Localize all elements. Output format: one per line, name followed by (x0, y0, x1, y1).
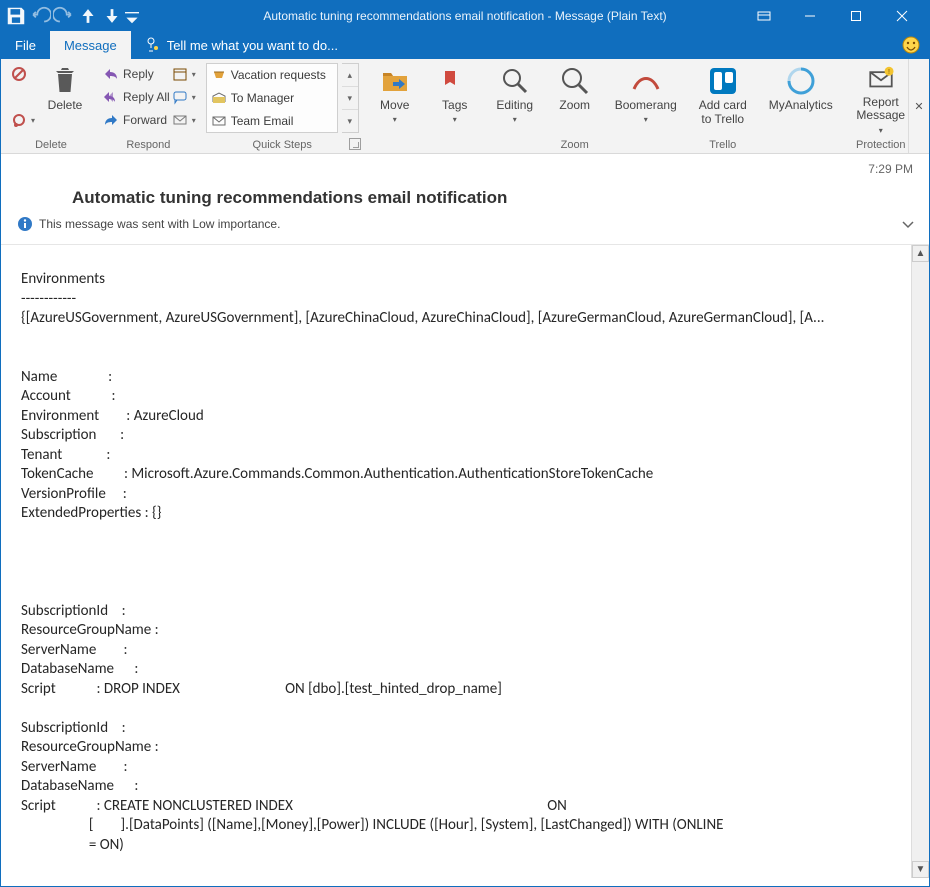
delete-label: Delete (48, 99, 83, 113)
reply-button[interactable]: Reply (103, 63, 170, 85)
quick-access-toolbar (5, 5, 139, 27)
message-header: 7:29 PM Automatic tuning recommendations… (1, 154, 929, 245)
zoom-button[interactable]: Zoom (549, 63, 601, 139)
message-tab[interactable]: Message (50, 31, 131, 59)
quicksteps-scroll[interactable]: ▴▾▾ (342, 63, 359, 133)
save-icon[interactable] (5, 5, 27, 27)
forward-button[interactable]: Forward (103, 109, 170, 131)
group-zoom: Zoom Zoom (545, 59, 605, 153)
group-boomerang: Boomerang ▾ (605, 59, 687, 153)
titlebar: Automatic tuning recommendations email n… (1, 1, 929, 31)
message-time: 7:29 PM (868, 162, 913, 176)
minimize-button[interactable] (787, 1, 833, 31)
delete-group-label: Delete (11, 139, 91, 152)
reply-all-button[interactable]: Reply All (103, 86, 170, 108)
scroll-down-icon[interactable]: ▼ (912, 861, 929, 878)
qat-customize-icon[interactable] (125, 5, 139, 27)
expand-header-icon[interactable] (901, 217, 915, 234)
move-button[interactable]: Move ▾ (369, 63, 421, 139)
myanalytics-button[interactable]: MyAnalytics (763, 63, 839, 139)
message-subject: Automatic tuning recommendations email n… (17, 154, 913, 216)
group-delete: ▾ Delete Delete (5, 59, 97, 153)
group-myanalytics: MyAnalytics (759, 59, 843, 153)
file-tab[interactable]: File (1, 31, 50, 59)
message-body[interactable]: Environments ------------ {[AzureUSGover… (1, 245, 911, 878)
quicksteps-gallery[interactable]: Vacation requests To Manager Team Email (206, 63, 338, 133)
feedback-smiley-icon[interactable] (901, 35, 921, 55)
zoom-group-label: Zoom (549, 139, 601, 152)
ribbon-options-icon[interactable] (741, 1, 787, 31)
svg-text:!: ! (888, 68, 890, 76)
ignore-button[interactable] (11, 63, 35, 85)
tell-me-label: Tell me what you want to do... (167, 38, 338, 53)
group-quicksteps: Vacation requests To Manager Team Email … (200, 59, 365, 153)
tags-button[interactable]: Tags ▾ (429, 63, 481, 139)
group-tags: Tags ▾ (425, 59, 485, 153)
group-editing: Editing ▾ (485, 59, 545, 153)
maximize-button[interactable] (833, 1, 879, 31)
report-message-button[interactable]: ! Report Message ▾ (847, 63, 915, 139)
boomerang-button[interactable]: Boomerang ▾ (609, 63, 683, 139)
group-move: Move ▾ (365, 59, 425, 153)
trello-group-label: Trello (691, 139, 755, 152)
scroll-up-icon[interactable]: ▲ (912, 245, 929, 262)
more-respond-button[interactable]: ▾ (172, 109, 196, 131)
delete-button[interactable]: Delete (39, 63, 91, 139)
importance-text: This message was sent with Low importanc… (39, 217, 280, 231)
junk-button[interactable]: ▾ (11, 109, 35, 131)
editing-button[interactable]: Editing ▾ (489, 63, 541, 139)
trello-button[interactable]: Add card to Trello (691, 63, 755, 139)
quicksteps-group-label: Quick Steps (206, 139, 359, 152)
respond-group-label: Respond (103, 139, 194, 152)
body-scrollbar[interactable]: ▲ ▼ (911, 245, 929, 878)
group-respond: Reply Reply All Forward ▾ ▾ ▾ Respond (97, 59, 200, 153)
ribbon-tabs: File Message Tell me what you want to do… (1, 31, 929, 59)
previous-item-icon[interactable] (77, 5, 99, 27)
group-trello: Add card to Trello Trello (687, 59, 759, 153)
quicksteps-launcher[interactable] (349, 138, 361, 150)
ribbon: ▾ Delete Delete Reply Reply All Forward … (1, 59, 929, 154)
close-button[interactable] (879, 1, 925, 31)
tell-me[interactable]: Tell me what you want to do... (131, 31, 352, 59)
redo-icon[interactable] (53, 5, 75, 27)
next-item-icon[interactable] (101, 5, 123, 27)
protection-group-label: Protection (847, 139, 915, 152)
im-button[interactable]: ▾ (172, 86, 196, 108)
undo-icon[interactable] (29, 5, 51, 27)
collapse-ribbon-icon[interactable]: ✕ (908, 59, 929, 153)
meeting-button[interactable]: ▾ (172, 63, 196, 85)
info-icon (17, 216, 33, 232)
